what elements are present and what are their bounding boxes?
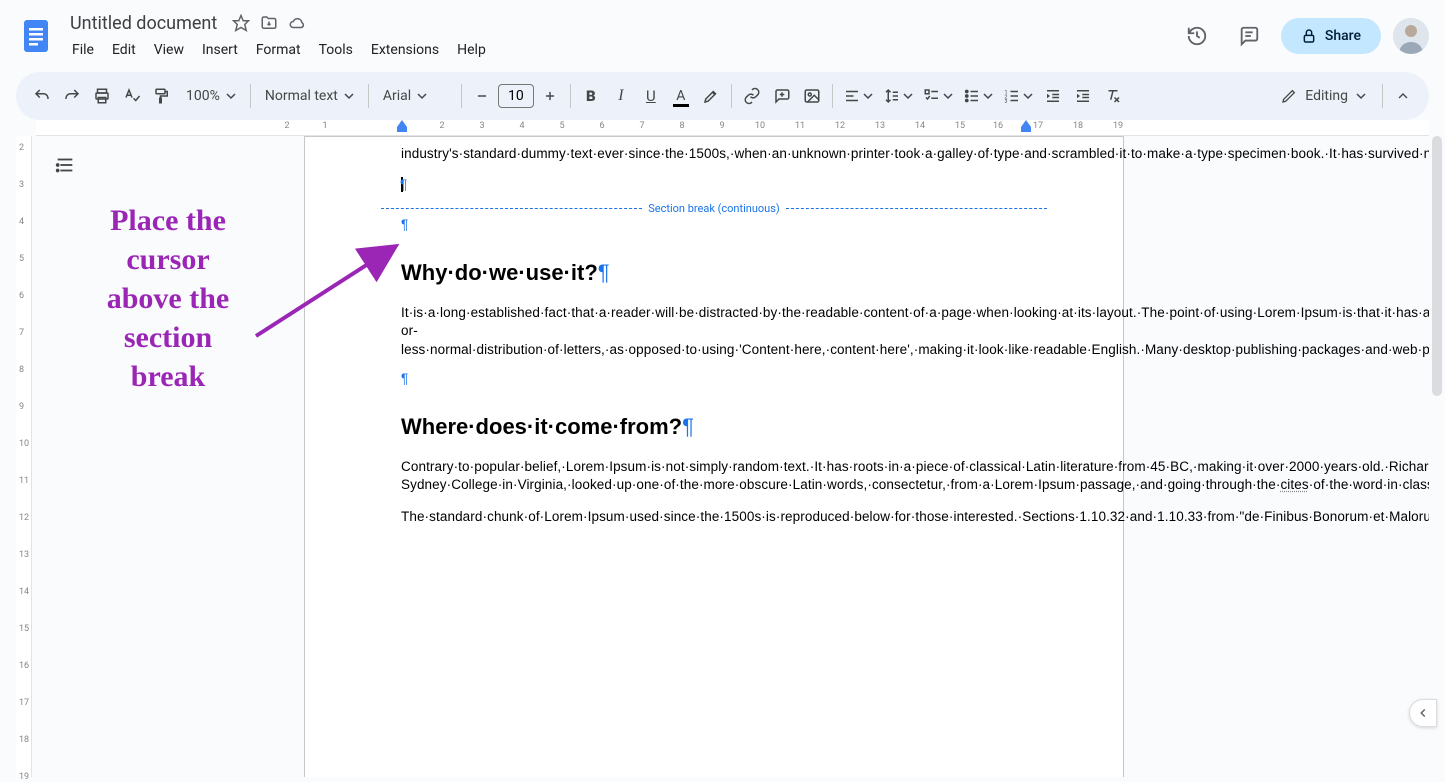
menu-extensions[interactable]: Extensions [363, 38, 447, 62]
line-spacing-button[interactable] [879, 82, 917, 110]
cloud-status-icon[interactable] [287, 13, 307, 33]
menu-edit[interactable]: Edit [104, 38, 144, 62]
numbered-list-button[interactable]: 123 [999, 82, 1037, 110]
document-page[interactable]: industry's·standard·dummy·text·ever·sinc… [304, 136, 1124, 777]
heading[interactable]: Why·do·we·use·it?¶ [401, 260, 1027, 286]
fontsize-increase-button[interactable] [536, 82, 564, 110]
spellcheck-button[interactable] [118, 82, 146, 110]
show-side-panel-button[interactable] [1409, 699, 1437, 727]
toolbar: 100% Normal text Arial 10 B I U A 123 Ed… [16, 72, 1429, 120]
share-button[interactable]: Share [1281, 18, 1381, 54]
menu-tools[interactable]: Tools [311, 38, 361, 62]
heading[interactable]: Where·does·it·come·from?¶ [401, 414, 1027, 440]
checklist-button[interactable] [919, 82, 957, 110]
lock-icon [1301, 28, 1317, 44]
paragraph[interactable]: Contrary·to·popular·belief,·Lorem·Ipsum·… [401, 458, 1027, 494]
menu-format[interactable]: Format [248, 38, 309, 62]
move-folder-icon[interactable] [259, 13, 279, 33]
document-title[interactable]: Untitled document [64, 11, 223, 36]
highlight-button[interactable] [697, 82, 725, 110]
fontsize-input[interactable]: 10 [498, 84, 534, 108]
chevron-down-icon [983, 91, 993, 101]
redo-button[interactable] [58, 82, 86, 110]
chevron-down-icon [863, 91, 873, 101]
horizontal-ruler[interactable]: 2112345678910111213141516171819 [36, 120, 1429, 136]
chevron-down-icon [1356, 91, 1366, 101]
docs-logo[interactable] [16, 16, 56, 56]
paragraph-style-select[interactable]: Normal text [257, 88, 362, 104]
empty-paragraph[interactable]: ¶ [401, 217, 1027, 232]
chevron-down-icon [943, 91, 953, 101]
chevron-down-icon [903, 91, 913, 101]
print-button[interactable] [88, 82, 116, 110]
chevron-down-icon [344, 91, 354, 101]
collapse-toolbar-button[interactable] [1389, 82, 1417, 110]
menubar: File Edit View Insert Format Tools Exten… [64, 38, 1177, 62]
menu-help[interactable]: Help [449, 38, 494, 62]
chevron-down-icon [226, 91, 236, 101]
comments-icon[interactable] [1229, 16, 1269, 56]
menu-view[interactable]: View [146, 38, 192, 62]
chevron-down-icon [1023, 91, 1033, 101]
history-icon[interactable] [1177, 16, 1217, 56]
share-label: Share [1325, 28, 1361, 44]
paint-format-button[interactable] [148, 82, 176, 110]
insert-link-button[interactable] [738, 82, 766, 110]
annotation-text: Place the cursor above the section break [68, 201, 268, 396]
vertical-ruler[interactable]: 2345678910111213141516171819 [16, 136, 32, 777]
chevron-down-icon [417, 91, 427, 101]
menu-file[interactable]: File [64, 38, 102, 62]
document-canvas: industry's·standard·dummy·text·ever·sinc… [36, 136, 1429, 777]
insert-comment-button[interactable] [768, 82, 796, 110]
editmode-select[interactable]: Editing [1271, 88, 1376, 104]
star-icon[interactable] [231, 13, 251, 33]
outline-toggle-button[interactable] [48, 148, 82, 182]
paragraph[interactable]: It·is·a·long·established·fact·that·a·rea… [401, 304, 1027, 359]
align-button[interactable] [839, 82, 877, 110]
empty-paragraph[interactable]: ¶ [401, 371, 1027, 386]
bold-button[interactable]: B [577, 82, 605, 110]
italic-button[interactable]: I [607, 82, 635, 110]
zoom-select[interactable]: 100% [178, 88, 244, 104]
increase-indent-button[interactable] [1069, 82, 1097, 110]
vertical-scrollbar[interactable] [1431, 136, 1443, 757]
pencil-icon [1281, 88, 1297, 104]
titlebar: Untitled document File Edit View Insert … [0, 0, 1445, 64]
clear-formatting-button[interactable] [1099, 82, 1127, 110]
paragraph[interactable]: The·standard·chunk·of·Lorem·Ipsum·used·s… [401, 508, 1027, 526]
paragraph[interactable]: industry's·standard·dummy·text·ever·sinc… [401, 145, 1027, 163]
underline-button[interactable]: U [637, 82, 665, 110]
font-select[interactable]: Arial [375, 88, 455, 104]
avatar[interactable] [1393, 18, 1429, 54]
insert-image-button[interactable] [798, 82, 826, 110]
section-break-indicator: Section break (continuous) [381, 202, 1047, 215]
text-color-button[interactable]: A [667, 82, 695, 110]
fontsize-decrease-button[interactable] [468, 82, 496, 110]
empty-paragraph-with-cursor[interactable]: ¶ [401, 177, 1027, 192]
bulleted-list-button[interactable] [959, 82, 997, 110]
undo-button[interactable] [28, 82, 56, 110]
decrease-indent-button[interactable] [1039, 82, 1067, 110]
menu-insert[interactable]: Insert [194, 38, 246, 62]
svg-text:3: 3 [1004, 99, 1007, 105]
